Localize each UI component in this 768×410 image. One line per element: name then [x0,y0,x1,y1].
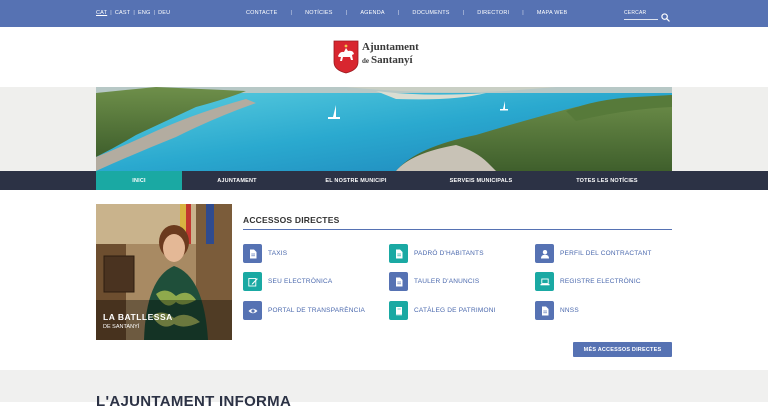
nav-separator: | [522,10,524,16]
top-link-mapa-web[interactable]: MAPA WEB [537,10,568,16]
access-label: TAULER D'ANUNCIS [414,278,480,285]
access-label: REGISTRE ELECTRÒNIC [560,278,641,285]
access-taxis[interactable]: TAXIS [243,244,287,263]
main-nav-inner: INICI AJUNTAMENT EL NOSTRE MUNICIPI SERV… [96,171,672,190]
tab-totes-les-noticies[interactable]: TOTES LES NOTÍCIES [542,171,672,190]
search-icon[interactable] [661,13,670,22]
access-label: PORTAL DE TRANSPARÈNCIA [268,307,366,314]
language-selector: CAT | CAST | ENG | DEU [96,10,170,16]
language-separator: | [153,10,156,16]
logo-subtitle: de Santanyí [362,54,413,66]
more-shortcuts-button[interactable]: MÉS ACCESSOS DIRECTES [573,342,672,357]
book-icon [389,301,408,320]
nav-separator: | [345,10,348,16]
language-separator: | [133,10,135,16]
document-icon [535,301,554,320]
top-link-documents[interactable]: DOCUMENTS [412,10,449,16]
site-logo[interactable]: Ajuntament de Santanyí [333,39,428,75]
access-label: PERFIL DEL CONTRACTANT [560,250,652,257]
access-cataleg-patrimoni[interactable]: CATÀLEG DE PATRIMONI [389,301,496,320]
logo-de: de [362,57,369,65]
top-link-directori[interactable]: DIRECTORI [477,10,509,16]
document-icon [389,244,408,263]
access-nnss[interactable]: NNSS [535,301,579,320]
tab-serveis-municipals[interactable]: SERVEIS MUNICIPALS [420,171,542,190]
access-seu-electronica[interactable]: SEU ELECTRÒNICA [243,272,332,291]
access-label: CATÀLEG DE PATRIMONI [414,307,496,314]
tab-el-nostre-municipi[interactable]: EL NOSTRE MUNICIPI [292,171,420,190]
edit-icon [243,272,262,291]
banner-image [96,87,672,171]
language-deu[interactable]: DEU [158,10,170,16]
access-label: NNSS [560,307,579,314]
user-icon [535,244,554,263]
access-label: SEU ELECTRÒNICA [268,278,333,285]
language-eng[interactable]: ENG [138,10,151,16]
top-nav: CONTACTE | NOTÍCIES | AGENDA | DOCUMENTS… [246,10,567,16]
eye-icon [243,301,262,320]
access-tauler-anuncis[interactable]: TAULER D'ANUNCIS [389,272,479,291]
main-nav: INICI AJUNTAMENT EL NOSTRE MUNICIPI SERV… [0,171,768,190]
nav-separator: | [290,10,293,16]
logo-town: Santanyí [371,54,413,66]
top-link-noticies[interactable]: NOTÍCIES [305,10,333,16]
access-label: PADRÓ D'HABITANTS [414,250,484,257]
top-bar: CAT | CAST | ENG | DEU CONTACTE | NOTÍCI… [0,0,768,27]
search-placeholder: CERCAR [624,10,647,16]
language-separator: | [110,10,112,16]
access-registre-electronic[interactable]: REGISTRE ELECTRÒNIC [535,272,641,291]
mayor-title: LA BATLLESSA [103,312,173,322]
document-icon [243,244,262,263]
laptop-icon [535,272,554,291]
mayor-subtitle: DE SANTANYÍ [103,324,140,330]
language-cast[interactable]: CAST [115,10,130,16]
access-padro-habitants[interactable]: PADRÓ D'HABITANTS [389,244,484,263]
logo-title: Ajuntament [362,41,419,53]
top-link-agenda[interactable]: AGENDA [360,10,384,16]
header: Ajuntament de Santanyí [0,27,768,87]
document-icon [389,272,408,291]
section-title-accessos: ACCESSOS DIRECTES [243,215,340,225]
access-label: TAXIS [268,250,288,257]
coat-of-arms-icon [333,40,359,74]
nav-separator: | [462,10,465,16]
section-divider [243,229,672,230]
access-perfil-contractant[interactable]: PERFIL DEL CONTRACTANT [535,244,652,263]
access-portal-transparencia[interactable]: PORTAL DE TRANSPARÈNCIA [243,301,365,320]
tab-inici[interactable]: INICI [96,171,182,190]
search-input[interactable]: CERCAR [624,9,658,20]
mayor-card[interactable]: LA BATLLESSA DE SANTANYÍ [96,204,232,340]
nav-separator: | [397,10,400,16]
top-link-contacte[interactable]: CONTACTE [246,10,277,16]
tab-ajuntament[interactable]: AJUNTAMENT [182,171,292,190]
language-cat[interactable]: CAT [96,10,107,16]
